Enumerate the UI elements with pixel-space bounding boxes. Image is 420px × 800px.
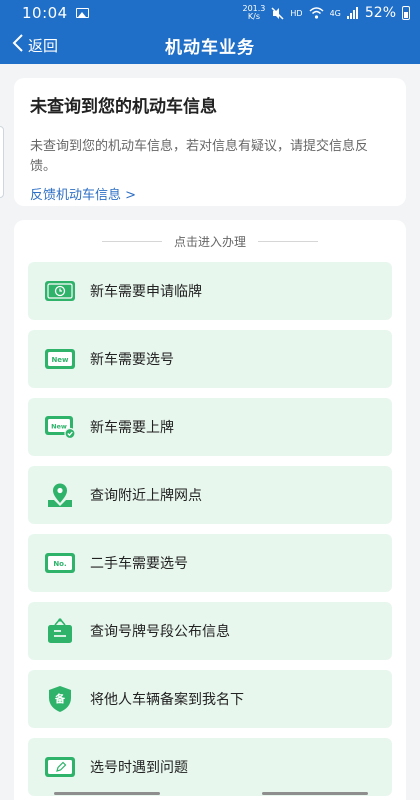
- mute-icon: [271, 6, 284, 20]
- back-label: 返回: [28, 36, 59, 55]
- number-plate-icon: No.: [44, 551, 76, 575]
- status-time: 10:04: [22, 4, 68, 22]
- service-item-temp-plate[interactable]: 新车需要申请临牌: [28, 262, 392, 320]
- service-item-label: 将他人车辆备案到我名下: [90, 692, 244, 708]
- signal-icon: [346, 7, 358, 19]
- gallery-notification-icon: [75, 8, 89, 18]
- app-header: 10:04 201.3 K/s HD 4G 52% 返回 机动车业务: [0, 0, 420, 64]
- svg-text:No.: No.: [53, 560, 66, 568]
- vehicle-info-card: 未查询到您的机动车信息 未查询到您的机动车信息，若对信息有疑议，请提交信息反馈。…: [14, 78, 406, 206]
- service-item-new-car-select-number[interactable]: New 新车需要选号: [28, 330, 392, 388]
- status-bar: 10:04 201.3 K/s HD 4G 52%: [0, 0, 420, 26]
- chevron-left-icon: [12, 33, 24, 55]
- svg-text:New: New: [51, 356, 69, 364]
- feedback-link[interactable]: 反馈机动车信息 >: [30, 184, 390, 203]
- service-item-label: 二手车需要选号: [90, 556, 188, 572]
- wifi-icon: [309, 7, 324, 19]
- network-type: 4G: [329, 8, 341, 18]
- service-item-selection-problem[interactable]: 选号时遇到问题: [28, 738, 392, 796]
- plate-edit-icon: [44, 755, 76, 779]
- battery-percent: 52%: [364, 5, 396, 21]
- service-item-plate-segment-info[interactable]: 查询号牌号段公布信息: [28, 602, 392, 660]
- services-card: 点击进入办理 新车需要申请临牌 New 新车需要选号 New 新车需要上牌 查询…: [14, 220, 406, 800]
- home-indicator-right: [262, 792, 368, 795]
- side-drawer-handle[interactable]: [0, 126, 4, 198]
- page-title: 机动车业务: [165, 37, 255, 58]
- svg-text:备: 备: [54, 693, 66, 706]
- service-item-transfer-record[interactable]: 备 将他人车辆备案到我名下: [28, 670, 392, 728]
- service-item-label: 查询号牌号段公布信息: [90, 624, 230, 640]
- battery-icon: [402, 6, 410, 20]
- service-item-label: 新车需要申请临牌: [90, 284, 202, 300]
- network-speed: 201.3 K/s: [242, 5, 265, 21]
- home-indicator-left: [54, 792, 160, 795]
- service-item-used-car-select-number[interactable]: No. 二手车需要选号: [28, 534, 392, 592]
- service-item-new-car-register[interactable]: New 新车需要上牌: [28, 398, 392, 456]
- section-header: 点击进入办理: [28, 232, 392, 250]
- info-title: 未查询到您的机动车信息: [30, 97, 217, 117]
- service-item-nearby-offices[interactable]: 查询附近上牌网点: [28, 466, 392, 524]
- notice-board-icon: [44, 618, 76, 643]
- back-button[interactable]: 返回: [12, 26, 58, 64]
- service-item-label: 新车需要上牌: [90, 420, 174, 436]
- divider-right: [258, 240, 318, 242]
- section-title: 点击进入办理: [173, 234, 246, 249]
- divider-left: [101, 240, 162, 242]
- location-pin-icon: [44, 483, 76, 507]
- svg-text:New: New: [51, 423, 67, 431]
- service-item-label: 新车需要选号: [90, 352, 174, 368]
- nav-bar: 返回 机动车业务: [0, 26, 420, 64]
- status-icons: 201.3 K/s HD 4G 52%: [242, 5, 410, 21]
- network-speed-unit: K/s: [247, 12, 260, 21]
- hd-indicator: HD: [290, 8, 303, 18]
- temp-plate-clock-icon: [44, 279, 76, 303]
- info-description: 未查询到您的机动车信息，若对信息有疑议，请提交信息反馈。: [30, 139, 369, 174]
- service-item-label: 选号时遇到问题: [90, 760, 188, 776]
- new-plate-icon: New: [44, 347, 76, 371]
- new-plate-check-icon: New: [44, 415, 76, 439]
- service-item-label: 查询附近上牌网点: [90, 488, 202, 504]
- shield-record-icon: 备: [44, 686, 76, 712]
